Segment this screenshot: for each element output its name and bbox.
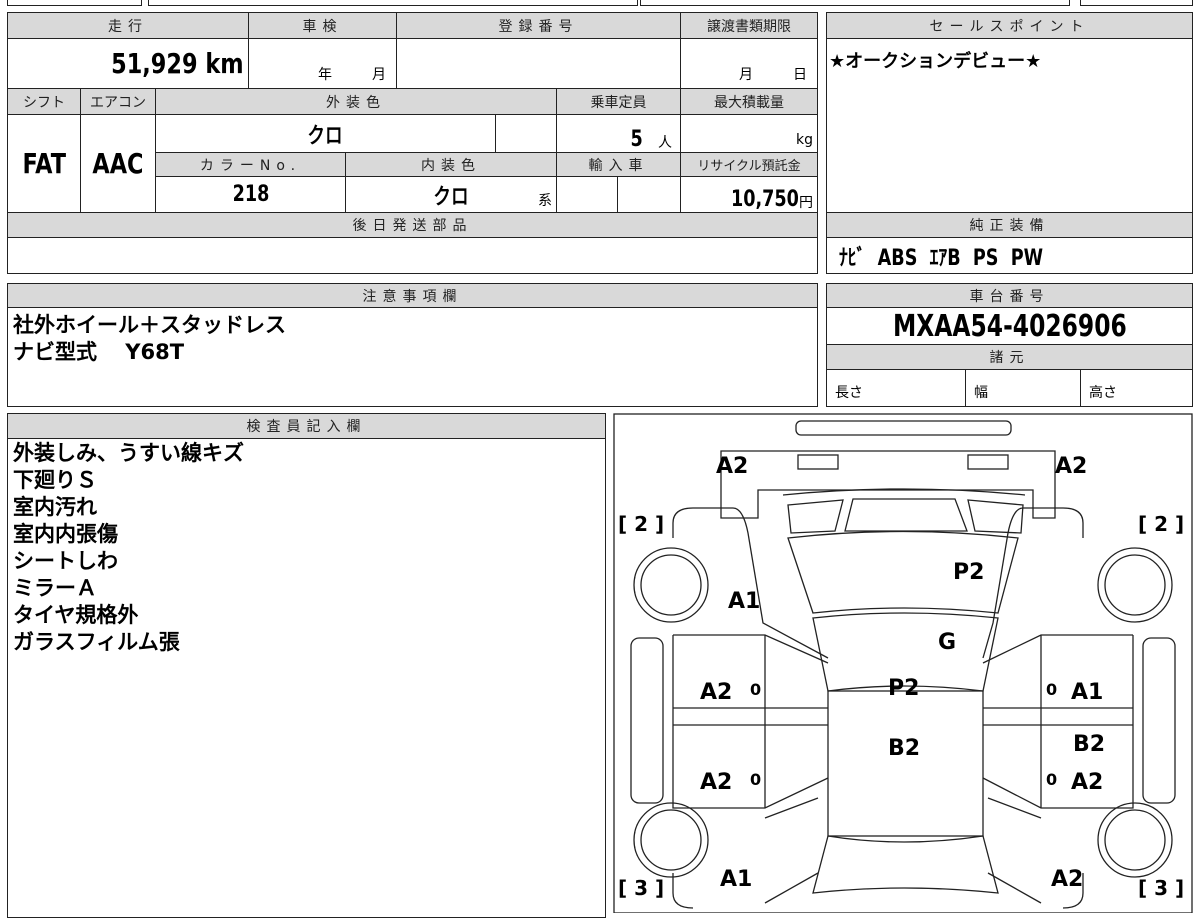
color-no-label: カラーNo.: [155, 152, 346, 177]
later-parts-cell: [7, 237, 818, 274]
chassis-label: 車台番号: [826, 283, 1193, 308]
chassis-cell: MXAA54-4026906: [826, 307, 1193, 345]
shift-cell: FAT: [7, 114, 81, 213]
month-unit: 月: [739, 67, 753, 83]
aircon-value: AAC: [92, 147, 144, 180]
mark-front-left: A2: [716, 454, 748, 479]
registration-label: 登録番号: [396, 12, 681, 39]
capacity-value: 5: [630, 127, 643, 152]
width-cell: 幅: [965, 369, 1081, 407]
mark-left-front-fender: A1: [728, 589, 760, 614]
mileage-cell: 51,929 km: [7, 38, 249, 89]
mirror-mark: 0: [1046, 680, 1057, 699]
notes-text: 社外ホイール＋スタッドレス ナビ型式 Y68T: [13, 313, 286, 364]
day-unit: 日: [793, 67, 807, 83]
blank-cell: [495, 114, 557, 153]
recycle-label: リサイクル預託金: [680, 152, 818, 177]
equipment-text: ﾅﾋﾞ ABS ｴｱB PS PW: [839, 245, 1044, 271]
height-cell: 高さ: [1080, 369, 1193, 407]
exterior-color-label: 外装色: [155, 88, 557, 115]
interior-color-value: クロ: [433, 184, 469, 210]
left-step-shape: [630, 637, 664, 804]
mark-hood: P2: [953, 560, 984, 585]
mark-right-front-door: A1: [1071, 680, 1103, 705]
import-label: 輸入車: [556, 152, 681, 177]
inspection-label: 車検: [248, 12, 397, 39]
tire-rear-left: [ 3 ]: [618, 876, 664, 900]
top-cell: [148, 0, 638, 6]
shift-label: シフト: [7, 88, 81, 115]
car-damage-diagram: A2 A2 P2 A1 G P2 A2 A1 B2 B2 A2 A2 A1 A2…: [613, 413, 1193, 913]
mark-roof: P2: [888, 676, 919, 701]
mark-windshield: G: [938, 630, 956, 655]
front-bumper-shape: [720, 450, 1056, 519]
mark-left-rear-fender: A1: [720, 867, 752, 892]
rear-bumper-shape: [795, 420, 1012, 436]
recycle-unit: 円: [799, 195, 813, 211]
capacity-label: 乗車定員: [556, 88, 681, 115]
top-cell: [640, 0, 1070, 6]
inspector-label: 検査員記入欄: [7, 413, 606, 439]
interior-color-label: 内装色: [345, 152, 557, 177]
mirror-mark: 0: [1046, 770, 1057, 789]
registration-cell: [396, 38, 681, 89]
color-no-value: 218: [232, 182, 269, 207]
mirror-mark: 0: [750, 680, 761, 699]
chassis-number: MXAA54-4026906: [892, 308, 1127, 344]
capacity-cell: 5人: [556, 114, 681, 153]
specs-label: 諸元: [826, 344, 1193, 370]
import-cell: [556, 176, 618, 213]
mark-right-rear-door-low: A2: [1071, 770, 1103, 795]
headlight-right-shape: [967, 454, 1009, 470]
tire-front-left: [ 2 ]: [618, 512, 664, 536]
shift-value: FAT: [22, 147, 66, 180]
sales-point-text: ★オークションデビュー★: [826, 38, 1193, 213]
right-step-shape: [1142, 637, 1176, 804]
aircon-cell: AAC: [80, 114, 156, 213]
interior-suffix: 系: [538, 193, 552, 209]
mark-front-right: A2: [1055, 454, 1087, 479]
mark-right-rear-door: B2: [1073, 732, 1105, 757]
max-load-label: 最大積載量: [680, 88, 818, 115]
exterior-color-value: クロ: [307, 123, 344, 149]
capacity-unit: 人: [658, 135, 672, 151]
transfer-deadline-label: 譲渡書類期限: [680, 12, 818, 39]
recycle-value: 10,750: [731, 187, 799, 212]
exterior-color-cell: クロ: [155, 114, 496, 153]
mark-roof-rear: B2: [888, 736, 920, 761]
tire-rear-right: [ 3 ]: [1138, 876, 1184, 900]
year-unit: 年: [318, 67, 332, 83]
mark-right-rear-fender: A2: [1051, 867, 1083, 892]
mark-left-front-door: A2: [700, 680, 732, 705]
equipment-label: 純正装備: [826, 212, 1193, 238]
length-cell: 長さ: [826, 369, 966, 407]
equipment-cell: ﾅﾋﾞ ABS ｴｱB PS PW: [826, 237, 1193, 274]
notes-label: 注意事項欄: [7, 283, 818, 308]
inspector-text: 外装しみ、うすい線キズ 下廻りＳ 室内汚れ 室内内張傷 シートしわ ミラーＡ タ…: [13, 441, 244, 654]
recycle-cell: 10,750 円: [680, 176, 818, 213]
headlight-left-shape: [797, 454, 839, 470]
transfer-deadline-cell: 月日: [680, 38, 818, 89]
max-load-cell: kg: [680, 114, 818, 153]
color-no-cell: 218: [155, 176, 346, 213]
mileage-label: 走行: [7, 12, 249, 39]
tire-front-right: [ 2 ]: [1138, 512, 1184, 536]
sales-point-label: セールスポイント: [826, 12, 1193, 39]
aircon-label: エアコン: [80, 88, 156, 115]
interior-color-cell: クロ 系: [345, 176, 557, 213]
inspection-cell: 年月: [248, 38, 397, 89]
month-unit: 月: [372, 67, 386, 83]
roof-shape: [827, 690, 984, 837]
mark-left-rear-door: A2: [700, 770, 732, 795]
later-parts-label: 後日発送部品: [7, 212, 818, 238]
mirror-mark: 0: [750, 770, 761, 789]
import-cell: [617, 176, 681, 213]
top-cell: [1080, 0, 1193, 6]
mileage-value: 51,929 km: [111, 47, 244, 80]
top-cell: [7, 0, 142, 6]
